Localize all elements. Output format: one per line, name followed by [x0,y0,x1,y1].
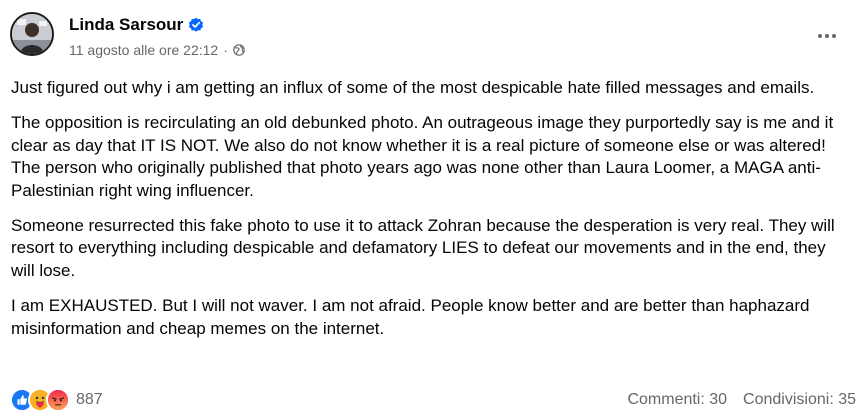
reaction-count[interactable]: 887 [76,391,103,409]
facebook-post: Linda Sarsour 11 agosto alle ore 22:12 · [0,0,861,418]
avatar[interactable] [10,12,54,56]
post-timestamp[interactable]: 11 agosto alle ore 22:12 [69,42,218,58]
verified-badge-icon [188,17,204,33]
angry-icon [46,388,70,412]
author-line: Linda Sarsour [69,13,204,37]
globe-icon [233,44,245,56]
more-options-icon [818,34,836,38]
comments-count-link[interactable]: Commenti: 30 [627,391,727,409]
meta-separator: · [223,42,228,58]
post-paragraph-2: The opposition is recirculating an old d… [11,113,834,200]
reactions-summary[interactable]: 887 [10,388,103,412]
post-footer: 887 Commenti: 30 Condivisioni: 35 [10,386,856,414]
post-meta: 11 agosto alle ore 22:12 · [69,41,245,59]
engagement-counts: Commenti: 30 Condivisioni: 35 [627,391,856,409]
post-header: Linda Sarsour 11 agosto alle ore 22:12 · [10,12,851,64]
more-options-button[interactable] [811,24,843,48]
post-paragraph-3: Someone resurrected this fake photo to u… [11,216,835,280]
author-name[interactable]: Linda Sarsour [69,15,183,35]
post-body: Just figured out why i am getting an inf… [11,77,849,353]
post-paragraph-4: I am EXHAUSTED. But I will not waver. I … [11,296,810,338]
shares-count-link[interactable]: Condivisioni: 35 [743,391,856,409]
post-paragraph-1: Just figured out why i am getting an inf… [11,78,815,97]
